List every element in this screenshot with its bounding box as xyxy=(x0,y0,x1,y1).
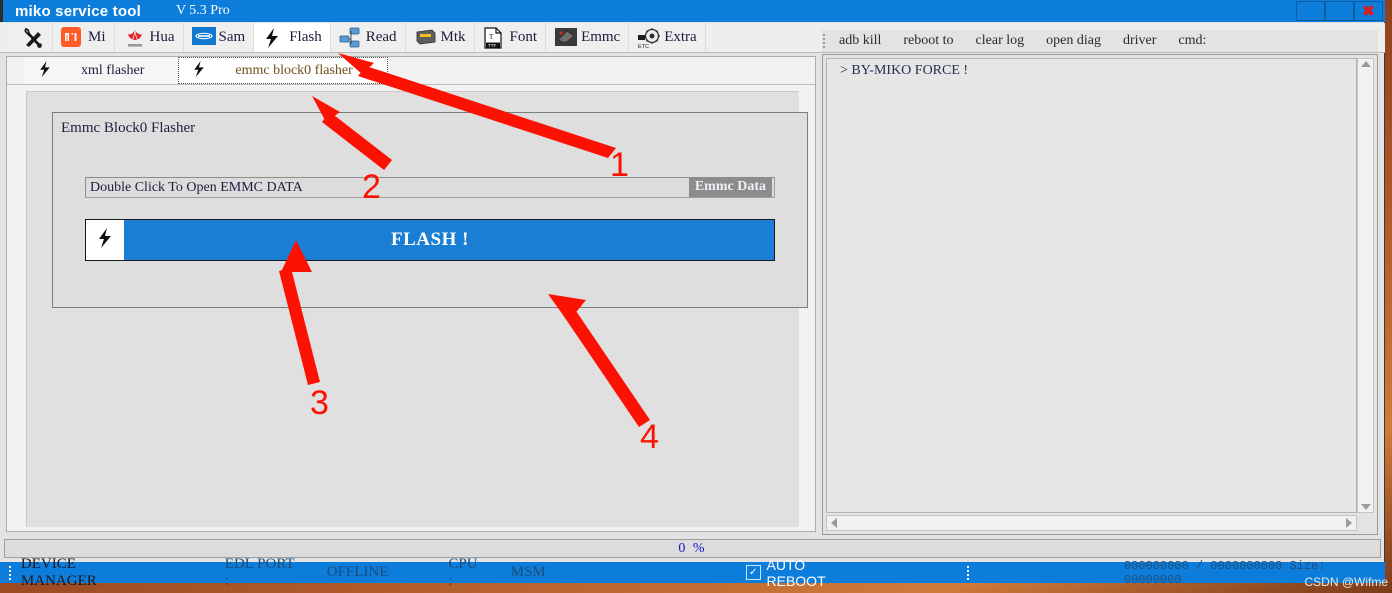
log-panel: adb kill reboot to clear log open diag d… xyxy=(822,30,1378,535)
edl-port-label: EDL PORT : xyxy=(224,555,295,589)
toolbar-item-label: Hua xyxy=(149,29,175,45)
toolbar-item-read[interactable]: Read xyxy=(330,23,406,52)
edl-port-status: OFFLINE xyxy=(326,564,389,580)
emmc-chip-icon xyxy=(554,27,578,49)
menu-item-driver[interactable]: driver xyxy=(1117,31,1172,51)
emmc-data-button[interactable]: Emmc Data xyxy=(688,178,772,197)
group-title: Emmc Block0 Flasher xyxy=(61,120,196,136)
lightning-icon xyxy=(191,60,213,82)
toolbar-item-label: Flash xyxy=(289,29,322,45)
status-bar: DEVICE MANAGER EDL PORT : OFFLINE CPU : … xyxy=(0,556,1385,589)
emmc-data-path-value: Double Click To Open EMMC DATA xyxy=(90,179,303,195)
checkbox-check-icon: ✓ xyxy=(745,565,761,580)
annotation-number-1: 1 xyxy=(610,146,629,184)
application-window: miko service tool V 5.3 Pro ✖ Mi Hua Sam… xyxy=(0,0,1385,589)
toolbar-item-label: Mi xyxy=(88,29,106,45)
log-line: > BY-MIKO FORCE ! xyxy=(840,63,969,78)
maximize-button[interactable] xyxy=(1325,1,1354,21)
cpu-value: MSM xyxy=(510,564,546,580)
flash-button-icon-box xyxy=(86,220,124,260)
lightning-icon xyxy=(95,225,115,256)
desktop-background: miko service tool V 5.3 Pro ✖ Mi Hua Sam… xyxy=(0,0,1392,593)
status-grip-handle-2[interactable] xyxy=(965,565,971,580)
subtab-label: emmc block0 flasher xyxy=(235,62,353,78)
flash-subtab-bar: xml flasher emmc block0 flasher xyxy=(7,57,815,85)
log-menu-bar: adb kill reboot to clear log open diag d… xyxy=(822,30,1378,52)
toolbar-item-label: Read xyxy=(365,29,397,45)
svg-text:TTF: TTF xyxy=(488,42,496,47)
log-output-container: > BY-MIKO FORCE ! xyxy=(822,54,1378,535)
toolbar-item-mi[interactable]: Mi xyxy=(53,23,115,52)
emmc-block0-flasher-group: Emmc Block0 Flasher Double Click To Open… xyxy=(52,112,808,308)
menu-grip-handle[interactable] xyxy=(822,33,827,49)
extra-gear-icon: ETC xyxy=(637,27,661,50)
log-output[interactable]: > BY-MIKO FORCE ! xyxy=(826,58,1357,513)
menu-item-cmd[interactable]: cmd: xyxy=(1172,31,1222,51)
scroll-up-icon[interactable] xyxy=(1360,61,1371,67)
toolbar-item-hua[interactable]: Hua xyxy=(114,23,184,52)
scroll-right-icon[interactable] xyxy=(1346,518,1352,528)
log-horizontal-scrollbar[interactable] xyxy=(826,515,1357,531)
annotation-number-4: 4 xyxy=(640,418,659,456)
ttf-font-icon: T TTF xyxy=(483,26,505,49)
network-read-icon xyxy=(339,27,361,49)
menu-item-open-diag[interactable]: open diag xyxy=(1040,31,1117,51)
toolbar-item-flash[interactable]: Flash xyxy=(254,23,331,52)
toolbar-item-extra[interactable]: ETC Extra xyxy=(629,23,706,52)
flash-button-label: FLASH ! xyxy=(391,229,469,250)
toolbar-item-sam[interactable]: Sam xyxy=(183,23,255,52)
huawei-icon xyxy=(123,27,145,49)
flash-button[interactable]: FLASH ! xyxy=(85,219,775,261)
flash-panel: xml flasher emmc block0 flasher Emmc Blo… xyxy=(6,56,816,532)
mtk-chip-icon xyxy=(414,27,436,49)
svg-text:ETC: ETC xyxy=(638,44,649,49)
annotation-number-3: 3 xyxy=(310,384,329,422)
xiaomi-icon xyxy=(61,26,83,49)
subtab-emmc-block0-flasher[interactable]: emmc block0 flasher xyxy=(178,57,388,84)
cpu-label: CPU : xyxy=(448,555,478,589)
annotation-number-2: 2 xyxy=(362,168,381,206)
emmc-data-path-field[interactable]: Double Click To Open EMMC DATA Emmc Data xyxy=(85,177,775,198)
samsung-icon xyxy=(191,26,216,49)
watermark: CSDN @Wifme xyxy=(1304,575,1388,589)
menu-item-reboot-to[interactable]: reboot to xyxy=(897,31,969,51)
lightning-icon xyxy=(262,27,284,49)
toolbar-item-label: Emmc xyxy=(581,29,621,45)
close-icon: ✖ xyxy=(1362,3,1375,20)
title-bar: miko service tool V 5.3 Pro ✖ xyxy=(0,0,1385,22)
progress-value: 0 % xyxy=(678,540,707,556)
toolbar-item-label: Extra xyxy=(664,29,697,45)
toolbar-item-tools[interactable] xyxy=(14,23,53,52)
minimize-button[interactable] xyxy=(1296,1,1325,21)
menu-item-adb-kill[interactable]: adb kill xyxy=(833,31,897,51)
progress-bar: 0 % xyxy=(4,539,1381,558)
scroll-down-icon[interactable] xyxy=(1360,504,1371,510)
toolbar-item-label: Font xyxy=(509,29,538,45)
log-vertical-scrollbar[interactable] xyxy=(1357,58,1374,513)
tools-icon xyxy=(22,27,44,49)
toolbar-item-mtk[interactable]: Mtk xyxy=(405,23,475,52)
subtab-label: xml flasher xyxy=(81,62,145,78)
toolbar-item-label: Mtk xyxy=(440,29,466,45)
app-title: miko service tool xyxy=(15,2,141,20)
toolbar-item-label: Sam xyxy=(218,29,246,45)
window-controls: ✖ xyxy=(1296,1,1383,21)
status-grip-handle[interactable] xyxy=(8,565,13,580)
toolbar-item-font[interactable]: T TTF Font xyxy=(474,23,547,52)
lightning-icon xyxy=(37,60,59,82)
flash-pane-body: Emmc Block0 Flasher Double Click To Open… xyxy=(26,91,808,527)
menu-item-clear-log[interactable]: clear log xyxy=(970,31,1041,51)
auto-reboot-checkbox[interactable]: ✓ AUTO REBOOT xyxy=(745,556,866,589)
toolbar-item-emmc[interactable]: Emmc xyxy=(546,23,630,52)
device-manager-button[interactable]: DEVICE MANAGER xyxy=(21,556,153,590)
scroll-left-icon[interactable] xyxy=(831,518,837,528)
app-version: V 5.3 Pro xyxy=(175,3,230,18)
close-button[interactable]: ✖ xyxy=(1354,1,1383,21)
subtab-xml-flasher[interactable]: xml flasher xyxy=(25,57,179,84)
auto-reboot-label: AUTO REBOOT xyxy=(766,556,826,589)
svg-text:T: T xyxy=(489,33,494,41)
